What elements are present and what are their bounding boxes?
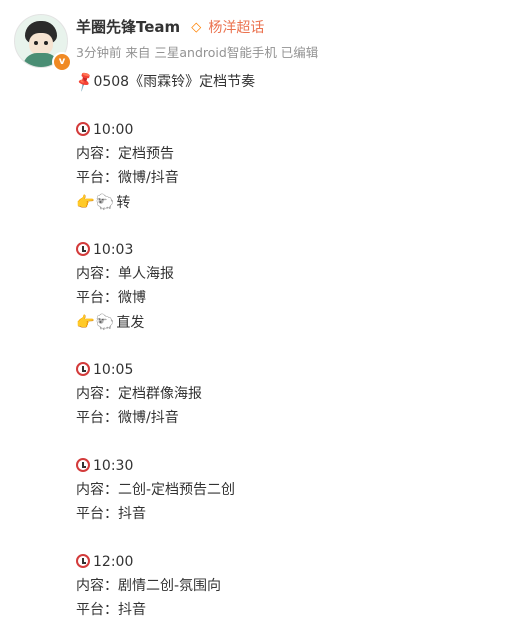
avatar-face xyxy=(29,33,53,55)
user-name[interactable]: 羊圈先锋Team xyxy=(76,18,180,36)
schedule-time: 12:00 xyxy=(76,550,486,574)
alarm-clock-icon xyxy=(76,242,90,256)
schedule-content: 内容：剧情二创-氛围向 xyxy=(76,578,222,594)
verified-badge-icon: v xyxy=(52,52,72,72)
pointing-right-icon: 👉 xyxy=(76,313,95,331)
avatar-eye xyxy=(44,41,48,45)
alarm-clock-icon xyxy=(76,362,90,376)
alarm-clock-icon xyxy=(76,122,90,136)
pushpin-icon: 📌 xyxy=(73,70,97,94)
schedule-extra: 👉🐑 直发 xyxy=(76,310,486,334)
schedule-time-text: 10:05 xyxy=(93,362,134,378)
schedule-platform: 平台：抖音 xyxy=(76,602,146,618)
diamond-icon: ◇ xyxy=(191,20,202,35)
pointing-right-icon: 👉 xyxy=(76,193,95,211)
schedule-extra-text: 直发 xyxy=(116,315,145,331)
schedule-content: 内容：二创-定档预告二创 xyxy=(76,482,236,498)
schedule-time-text: 10:03 xyxy=(93,242,134,258)
schedule-platform: 平台：微博/抖音 xyxy=(76,410,179,426)
schedule-time: 10:30 xyxy=(76,454,486,478)
schedule-time-text: 10:30 xyxy=(93,458,134,474)
schedule-time: 10:05 xyxy=(76,358,486,382)
schedule-time: 10:00 xyxy=(76,118,486,142)
schedule-content: 内容：单人海报 xyxy=(76,266,174,282)
super-topic-link[interactable]: 杨洋超话 xyxy=(208,20,264,36)
avatar-eye xyxy=(34,41,38,45)
post-header: v 羊圈先锋Team ◇ 杨洋超话 3分钟前 来自 三星android智能手机 … xyxy=(14,14,494,72)
schedule-time-text: 12:00 xyxy=(93,554,134,570)
schedule-time-text: 10:00 xyxy=(93,122,134,138)
post-title: 0508《雨霖铃》定档节奏 xyxy=(93,74,256,90)
schedule-content: 内容：定档群像海报 xyxy=(76,386,202,402)
alarm-clock-icon xyxy=(76,554,90,568)
name-line: 羊圈先锋Team ◇ 杨洋超话 xyxy=(76,16,264,37)
schedule-platform: 平台：抖音 xyxy=(76,506,146,522)
schedule-extra-text: 转 xyxy=(116,195,131,211)
schedule-platform: 平台：微博 xyxy=(76,290,146,306)
post-content: 📌0508《雨霖铃》定档节奏 10:00 内容：定档预告 平台：微博/抖音 👉🐑… xyxy=(73,70,486,622)
post-meta: 3分钟前 来自 三星android智能手机 已编辑 xyxy=(76,45,319,60)
sheep-icon: 🐑 xyxy=(95,313,115,331)
schedule-extra: 👉🐑 转 xyxy=(76,190,486,214)
alarm-clock-icon xyxy=(76,458,90,472)
schedule-content: 内容：定档预告 xyxy=(76,146,174,162)
schedule-platform: 平台：微博/抖音 xyxy=(76,170,179,186)
post-title-line: 📌0508《雨霖铃》定档节奏 xyxy=(73,70,486,94)
sheep-icon: 🐑 xyxy=(95,193,115,211)
schedule-time: 10:03 xyxy=(76,238,486,262)
